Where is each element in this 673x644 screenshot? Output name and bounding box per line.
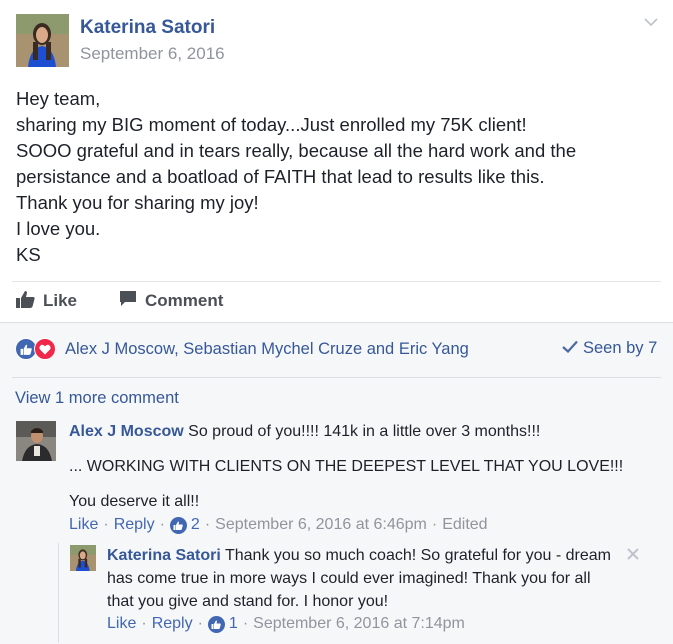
author-avatar[interactable] <box>16 14 69 67</box>
comment-author-name[interactable]: Alex J Moscow <box>69 423 184 440</box>
reply-like-count[interactable]: 1 <box>229 615 238 633</box>
reply-line: has come true in more ways I could ever … <box>107 570 591 587</box>
facebook-post: Katerina Satori September 6, 2016 Hey te… <box>0 0 673 644</box>
reactor-names[interactable]: Alex J Moscow, Sebastian Mychel Cruze an… <box>65 340 469 359</box>
comment-like-link[interactable]: Like <box>69 516 98 534</box>
chevron-down-icon[interactable] <box>643 14 659 30</box>
view-more-comments-link[interactable]: View 1 more comment <box>15 389 179 408</box>
comment-timestamp[interactable]: September 6, 2016 at 6:46pm <box>215 516 427 534</box>
reply-like-link[interactable]: Like <box>107 615 136 633</box>
post-line: I love you. <box>16 218 101 239</box>
post-timestamp[interactable]: September 6, 2016 <box>80 44 225 64</box>
reply-reply-link[interactable]: Reply <box>152 615 193 633</box>
comment-reply-link[interactable]: Reply <box>114 516 155 534</box>
reactions-summary[interactable]: Alex J Moscow, Sebastian Mychel Cruze an… <box>15 338 469 360</box>
seen-by-label: Seen by 7 <box>583 339 658 357</box>
like-reaction-icon[interactable] <box>207 615 225 633</box>
separator: · <box>103 516 109 533</box>
separator: · <box>141 615 147 632</box>
reply-meta: Like · Reply · 1 · September 6, 2016 at … <box>107 615 465 633</box>
reply-timestamp[interactable]: September 6, 2016 at 7:14pm <box>253 615 465 633</box>
seen-by[interactable]: Seen by 7 <box>562 339 657 358</box>
reply-text: Katerina Satori Thank you so much coach!… <box>107 544 637 613</box>
separator: · <box>159 516 165 533</box>
reply-line-1: Katerina Satori Thank you so much coach!… <box>107 544 637 567</box>
like-button[interactable]: Like <box>15 289 77 313</box>
post-line: Hey team, <box>16 88 101 109</box>
comment-line: You deserve it all!! <box>69 493 200 510</box>
reply-author-name[interactable]: Katerina Satori <box>107 547 221 564</box>
separator: · <box>197 615 203 632</box>
comment-text: Alex J Moscow So proud of you!!!! 141k i… <box>69 420 540 443</box>
post-line: Thank you for sharing my joy! <box>16 192 259 213</box>
reaction-icons <box>15 338 59 360</box>
comment-button[interactable]: Comment <box>119 289 223 313</box>
separator: · <box>242 615 249 632</box>
like-label: Like <box>43 291 78 310</box>
post-author-name[interactable]: Katerina Satori <box>80 17 215 39</box>
reply-line: Thank you so much coach! So grateful for… <box>224 547 611 564</box>
comment-like-count[interactable]: 2 <box>191 516 200 534</box>
separator: · <box>431 516 438 533</box>
reply-thread-line <box>58 543 59 643</box>
comment-label: Comment <box>145 291 224 310</box>
divider <box>12 281 661 282</box>
comment-line: ... WORKING WITH CLIENTS ON THE DEEPEST … <box>69 458 624 475</box>
commenter-avatar[interactable] <box>16 421 56 461</box>
close-icon[interactable] <box>625 546 641 562</box>
reply-author-avatar[interactable] <box>70 545 96 571</box>
post-line: SOOO grateful and in tears really, becau… <box>16 140 577 161</box>
comment-meta: Like · Reply · 2 · September 6, 2016 at … <box>69 516 488 534</box>
speech-bubble-icon <box>119 290 145 312</box>
comment-line: So proud of you!!!! 141k in a little ove… <box>188 423 541 440</box>
comments-section: Alex J Moscow, Sebastian Mychel Cruze an… <box>0 322 673 644</box>
post-line: KS <box>16 244 41 265</box>
like-reaction-icon[interactable] <box>169 516 187 534</box>
reply-line: that you give and stand for. I honor you… <box>107 593 389 610</box>
post-line: persistance and a boatload of FAITH that… <box>16 166 545 187</box>
thumbs-up-icon <box>15 290 43 313</box>
post-body: Hey team, sharing my BIG moment of today… <box>16 86 656 268</box>
love-reaction-icon <box>34 338 56 360</box>
divider <box>12 377 661 378</box>
post-line: sharing my BIG moment of today...Just en… <box>16 114 527 135</box>
checkmark-icon <box>562 339 583 358</box>
edited-label[interactable]: Edited <box>442 516 487 534</box>
separator: · <box>204 516 211 533</box>
